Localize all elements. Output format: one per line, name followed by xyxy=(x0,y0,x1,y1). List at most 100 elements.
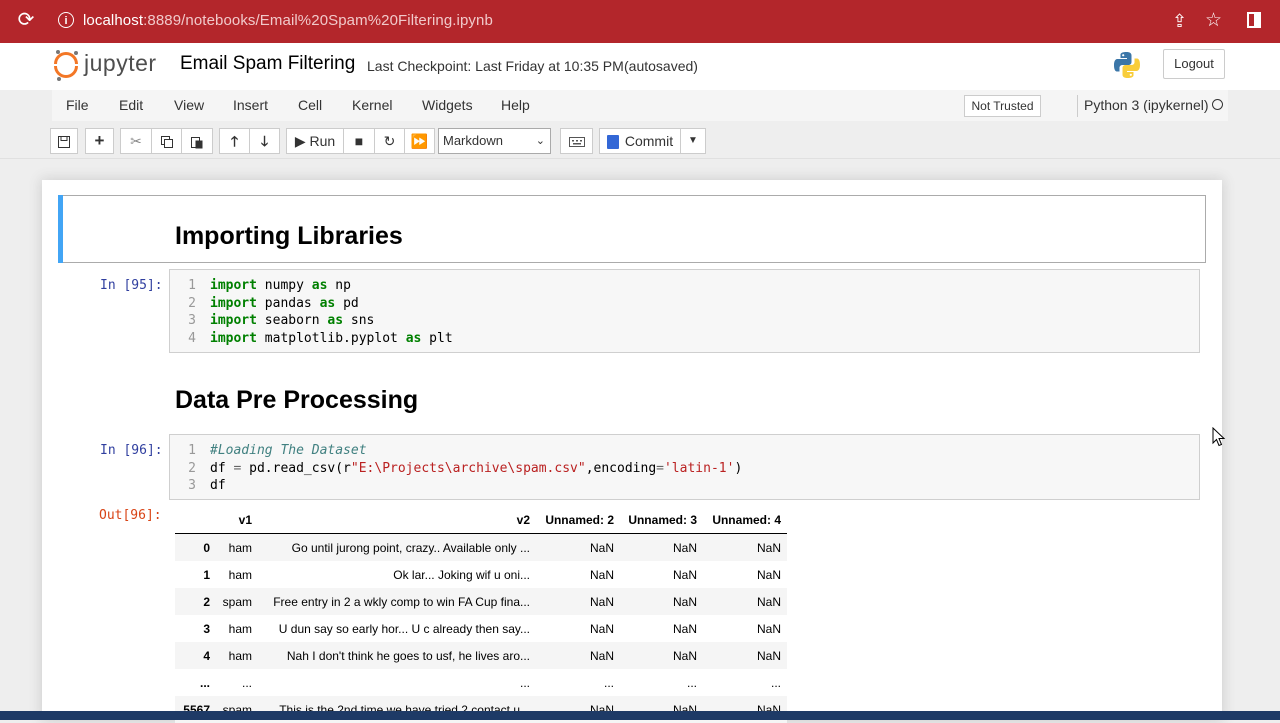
table-cell: ... xyxy=(519,676,530,690)
browser-bar: ⟳ i localhost:8889/notebooks/Email%20Spa… xyxy=(0,0,1280,43)
table-row-index: 1 xyxy=(203,568,210,582)
jupyter-logo-icon[interactable] xyxy=(54,50,78,81)
save-icon xyxy=(58,136,70,149)
table-column-header: v1 xyxy=(238,513,252,527)
restart-button[interactable]: ↻ xyxy=(374,128,405,154)
bookmark-star-icon[interactable]: ☆ xyxy=(1205,9,1222,32)
table-cell: spam xyxy=(222,595,252,609)
input-prompt-95: In [95]: xyxy=(100,278,163,293)
kernel-name[interactable]: Python 3 (ipykernel) xyxy=(1084,97,1209,113)
table-cell: ... xyxy=(603,676,614,690)
table-cell: Nah I don't think he goes to usf, he liv… xyxy=(286,649,530,663)
keyboard-icon xyxy=(568,137,585,148)
fast-forward-icon: ⏩ xyxy=(410,133,429,149)
table-cell: NaN xyxy=(756,622,781,636)
plus-icon: + xyxy=(94,131,105,150)
menubar xyxy=(52,90,1228,121)
url-path: :8889/notebooks/Email%20Spam%20Filtering… xyxy=(143,12,493,29)
reload-icon[interactable]: ⟳ xyxy=(16,10,36,30)
table-cell: NaN xyxy=(672,649,697,663)
chevron-down-icon: ⌄ xyxy=(535,135,545,147)
trust-status-button[interactable]: Not Trusted xyxy=(964,95,1041,117)
table-cell: ham xyxy=(228,649,252,663)
side-panel-icon[interactable] xyxy=(1247,12,1261,28)
python-logo-icon xyxy=(1114,52,1140,78)
menu-widgets[interactable]: Widgets xyxy=(422,97,473,113)
logo-text[interactable]: jupyter xyxy=(84,50,157,77)
menu-edit[interactable]: Edit xyxy=(119,97,143,113)
interrupt-button[interactable]: ■ xyxy=(343,128,375,154)
table-cell: Ok lar... Joking wif u oni... xyxy=(393,568,530,582)
copy-button[interactable] xyxy=(151,128,182,154)
logout-button[interactable]: Logout xyxy=(1163,49,1225,79)
cell-type-select[interactable]: Markdown ⌄ xyxy=(438,128,551,154)
restart-icon: ↻ xyxy=(383,133,396,149)
table-cell: ham xyxy=(228,541,252,555)
commit-dropdown-button[interactable]: ▼ xyxy=(680,128,706,154)
table-cell: Free entry in 2 a wkly comp to win FA Cu… xyxy=(273,595,530,609)
commit-button[interactable]: Commit xyxy=(599,128,681,154)
table-cell: NaN xyxy=(589,541,614,555)
share-icon[interactable]: ⇪ xyxy=(1172,11,1187,32)
heading-importing-libraries: Importing Libraries xyxy=(175,222,403,250)
table-row-index: 0 xyxy=(203,541,210,555)
commit-label: Commit xyxy=(624,133,674,149)
table-cell: NaN xyxy=(672,541,697,555)
caret-down-icon: ▼ xyxy=(688,135,698,146)
kernel-divider xyxy=(1077,95,1078,117)
menu-kernel[interactable]: Kernel xyxy=(352,97,392,113)
table-cell: NaN xyxy=(672,622,697,636)
table-cell: ... xyxy=(770,676,781,690)
table-cell: NaN xyxy=(756,541,781,555)
table-cell: NaN xyxy=(589,568,614,582)
commit-icon xyxy=(606,135,619,150)
output-prompt-96: Out[96]: xyxy=(99,508,162,523)
scissors-icon: ✂ xyxy=(130,133,142,149)
table-cell: U dun say so early hor... U c already th… xyxy=(278,622,530,636)
stop-icon: ■ xyxy=(354,133,364,149)
table-column-header: Unnamed: 2 xyxy=(545,513,614,527)
menu-file[interactable]: File xyxy=(66,97,89,113)
menu-view[interactable]: View xyxy=(174,97,204,113)
table-cell: NaN xyxy=(756,568,781,582)
run-button[interactable]: ▶ Run xyxy=(286,128,344,154)
run-label: Run xyxy=(309,133,336,149)
table-cell: Go until jurong point, crazy.. Available… xyxy=(291,541,530,555)
table-cell: ... xyxy=(686,676,697,690)
insert-cell-button[interactable]: + xyxy=(85,128,114,154)
move-down-button[interactable]: 🡓 xyxy=(249,128,280,154)
move-up-button[interactable]: 🡑 xyxy=(219,128,250,154)
cell-type-value: Markdown xyxy=(443,133,503,148)
table-cell: NaN xyxy=(589,649,614,663)
arrow-up-icon: 🡑 xyxy=(230,133,239,149)
restart-run-all-button[interactable]: ⏩ xyxy=(404,128,435,154)
play-icon: ▶ xyxy=(294,133,306,149)
table-cell: ... xyxy=(241,676,252,690)
table-cell: NaN xyxy=(672,568,697,582)
table-row-index: ... xyxy=(199,676,210,690)
table-cell: ham xyxy=(228,622,252,636)
paste-button[interactable] xyxy=(181,128,213,154)
save-button[interactable] xyxy=(50,128,78,154)
table-row-index: 2 xyxy=(203,595,210,609)
command-palette-button[interactable] xyxy=(560,128,593,154)
table-cell: NaN xyxy=(589,595,614,609)
code-cell-load-dataset[interactable]: 1 #Loading The Dataset 2 df = pd.read_csv(… xyxy=(169,434,1200,500)
menu-insert[interactable]: Insert xyxy=(233,97,268,113)
cut-button[interactable]: ✂ xyxy=(120,128,152,154)
address-bar[interactable]: localhost:8889/notebooks/Email%20Spam%20… xyxy=(83,12,493,29)
table-cell: ham xyxy=(228,568,252,582)
menu-cell[interactable]: Cell xyxy=(298,97,322,113)
paste-icon xyxy=(191,136,203,149)
notebook-title[interactable]: Email Spam Filtering xyxy=(180,53,355,75)
checkpoint-status: Last Checkpoint: Last Friday at 10:35 PM xyxy=(367,58,624,74)
table-row-index: 3 xyxy=(203,622,210,636)
table-column-header: v2 xyxy=(516,513,530,527)
arrow-down-icon: 🡓 xyxy=(260,133,269,149)
url-host: localhost xyxy=(83,12,144,29)
table-cell: NaN xyxy=(589,622,614,636)
code-cell-imports[interactable]: 1 import numpy as np 2 import pandas as pd… xyxy=(169,269,1200,353)
table-column-header: Unnamed: 3 xyxy=(628,513,697,527)
site-info-icon[interactable]: i xyxy=(58,12,74,28)
menu-help[interactable]: Help xyxy=(501,97,530,113)
